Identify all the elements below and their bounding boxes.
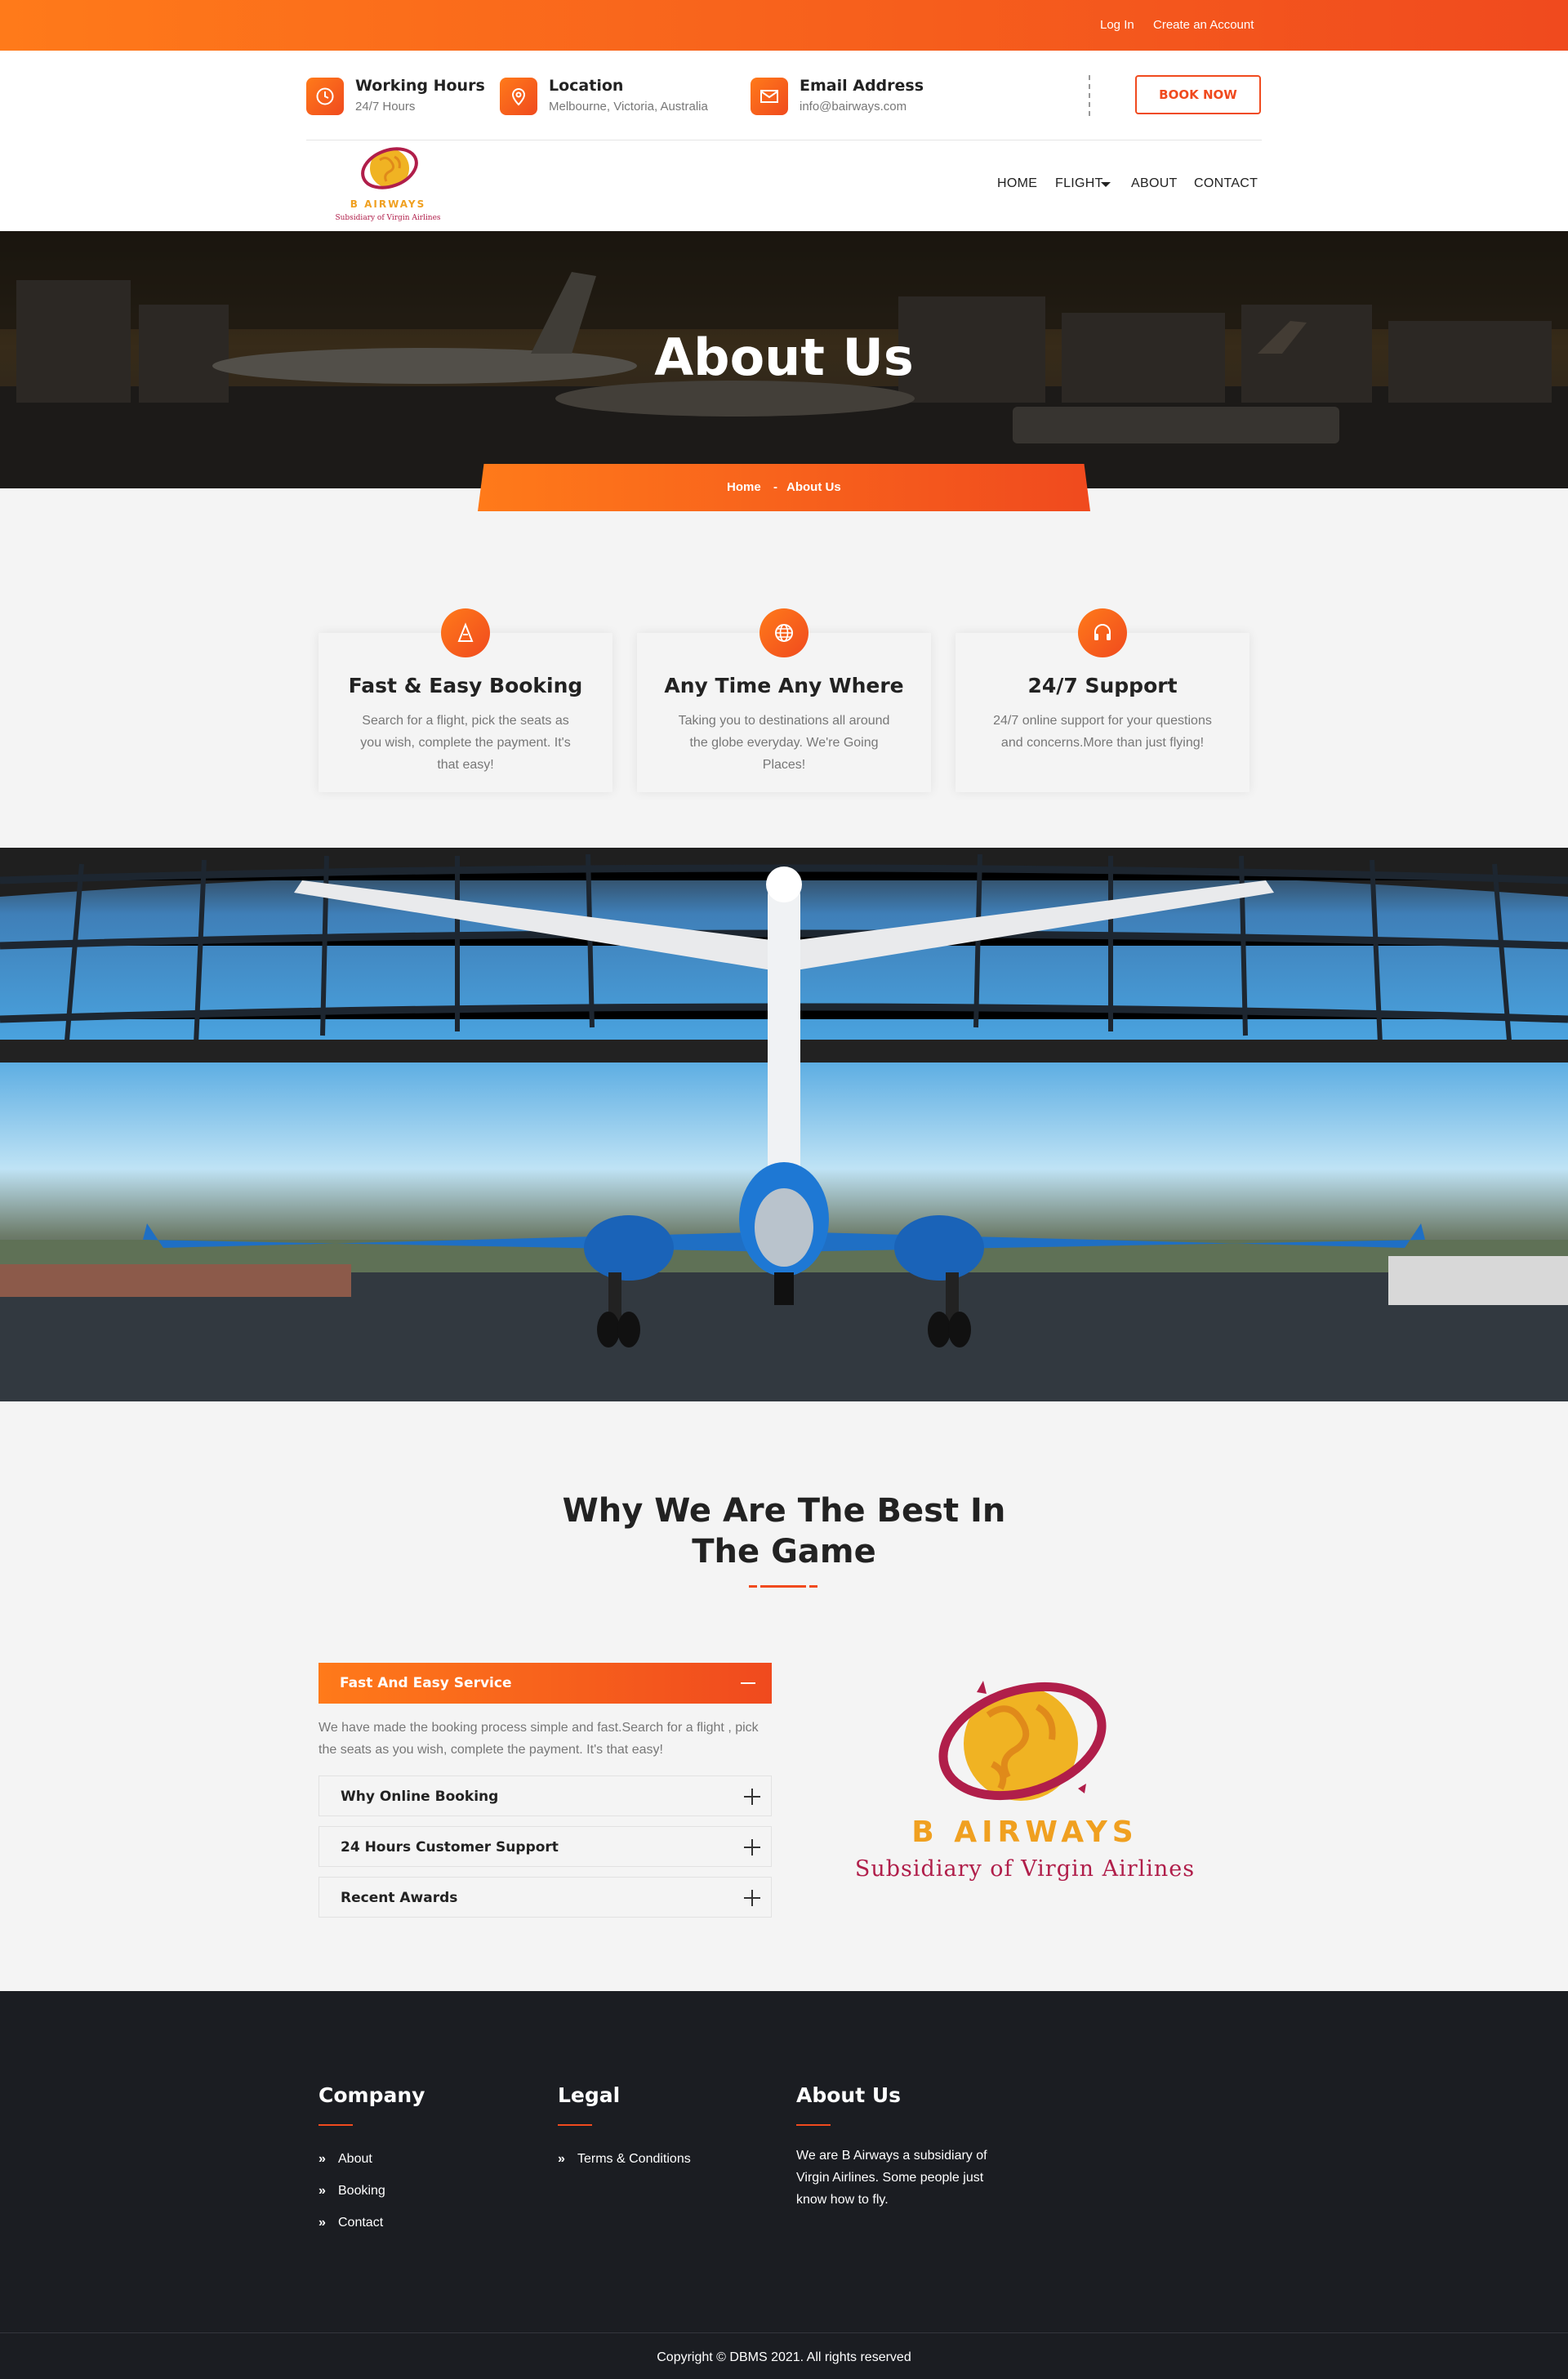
logo-tagline: Subsidiary of Virgin Airlines [335, 214, 440, 222]
breadcrumb-current: About Us [786, 480, 841, 494]
accordion-title: Fast And Easy Service [340, 1675, 512, 1691]
logo-emblem: B AIRWAYS Subsidiary of Virgin Airlines [335, 147, 441, 222]
top-bar: Log In Create an Account [0, 0, 1568, 51]
double-chevron-icon: » [318, 2152, 326, 2166]
copyright-text: Copyright © DBMS 2021. All rights reserv… [657, 2350, 911, 2364]
footer-about-text: We are B Airways a subsidiary of Virgin … [796, 2149, 987, 2207]
footer-company-title: Company [318, 2083, 425, 2107]
double-chevron-icon: » [558, 2152, 565, 2166]
page-title: About Us [654, 327, 914, 387]
accordion-item-online-booking[interactable]: Why Online Booking [318, 1775, 772, 1816]
breadcrumb-separator: - [773, 480, 777, 494]
feature-title: 24/7 Support [1027, 674, 1178, 697]
divider [1089, 75, 1090, 116]
plus-icon[interactable] [744, 1839, 760, 1856]
email-title: Email Address [800, 77, 924, 95]
chevron-down-icon[interactable] [1101, 182, 1111, 187]
nav-about[interactable]: ABOUT [1131, 176, 1178, 191]
brand-logo-wordmark: B AIRWAYS [911, 1815, 1138, 1849]
logo-wordmark: B AIRWAYS [350, 198, 425, 210]
breadcrumb: Home - About Us [478, 464, 1090, 511]
feature-card-anywhere: Any Time Any Where Taking you to destina… [637, 608, 931, 792]
plane-illustration [0, 848, 1568, 1401]
plus-icon[interactable] [744, 1789, 760, 1805]
footer-legal-title: Legal [558, 2083, 621, 2107]
feature-text: Search for a flight, pick the seats as y… [360, 714, 571, 772]
accordion-item-customer-support[interactable]: 24 Hours Customer Support [318, 1826, 772, 1867]
footer-link-about[interactable]: » About [318, 2152, 372, 2167]
envelope-icon [751, 78, 788, 115]
footer-divider [0, 2332, 1568, 2333]
footer-about-title: About Us [796, 2083, 902, 2107]
accordion-item-fast-service[interactable]: Fast And Easy Service [318, 1663, 772, 1704]
book-now-button[interactable]: BOOK NOW [1135, 75, 1261, 114]
brand-logo-tagline: Subsidiary of Virgin Airlines [855, 1856, 1195, 1882]
feature-title: Fast & Easy Booking [348, 674, 583, 697]
location-value: Melbourne, Victoria, Australia [549, 100, 708, 114]
title-underline [749, 1585, 819, 1588]
breadcrumb-home[interactable]: Home [727, 480, 761, 494]
plus-icon[interactable] [744, 1890, 760, 1906]
working-hours-value: 24/7 Hours [355, 100, 416, 114]
hangar-plane-image [0, 848, 1568, 1401]
road-cone-icon [441, 608, 490, 657]
feature-title: Any Time Any Where [664, 674, 904, 697]
clock-icon [306, 78, 344, 115]
footer-underline [318, 2124, 353, 2126]
headset-icon [1078, 608, 1127, 657]
footer-link-booking[interactable]: » Booking [318, 2184, 385, 2199]
accordion-content: We have made the booking process simple … [318, 1721, 759, 1757]
location-title: Location [549, 77, 624, 95]
nav-contact[interactable]: CONTACT [1194, 176, 1258, 191]
footer-underline [558, 2124, 592, 2126]
double-chevron-icon: » [318, 2216, 326, 2230]
email-value[interactable]: info@bairways.com [800, 100, 906, 114]
location-pin-icon [500, 78, 537, 115]
double-chevron-icon: » [318, 2184, 326, 2198]
accordion-title: Recent Awards [341, 1890, 458, 1906]
feature-card-support: 24/7 Support 24/7 online support for you… [956, 608, 1250, 792]
accordion-title: Why Online Booking [341, 1789, 499, 1805]
footer-link-terms[interactable]: » Terms & Conditions [558, 2152, 691, 2167]
logo[interactable]: B AIRWAYS Subsidiary of Virgin Airlines [314, 144, 461, 225]
why-title: Why We Are The Best In The Game [562, 1492, 1006, 1570]
hero-banner: About Us [0, 231, 1568, 488]
create-account-link[interactable]: Create an Account [1153, 18, 1254, 32]
globe-icon [760, 608, 808, 657]
brand-logo-large: B AIRWAYS Subsidiary of Virgin Airlines [817, 1666, 1241, 1895]
accordion-item-recent-awards[interactable]: Recent Awards [318, 1877, 772, 1918]
working-hours-title: Working Hours [355, 77, 485, 95]
feature-text: 24/7 online support for your questions a… [993, 714, 1212, 750]
footer-link-contact[interactable]: » Contact [318, 2216, 383, 2230]
site-footer: Company » About » Booking » Contact Legal »… [0, 1991, 1568, 2379]
login-link[interactable]: Log In [1100, 18, 1134, 32]
nav-home[interactable]: HOME [997, 176, 1037, 191]
footer-underline [796, 2124, 831, 2126]
feature-text: Taking you to destinations all around th… [678, 714, 890, 772]
accordion-title: 24 Hours Customer Support [341, 1839, 559, 1856]
feature-card-booking: Fast & Easy Booking Search for a flight,… [318, 608, 612, 792]
site-header: Working Hours 24/7 Hours Location Melbou… [0, 51, 1568, 231]
minus-icon[interactable] [741, 1682, 755, 1684]
nav-flight[interactable]: FLIGHT [1055, 176, 1103, 191]
